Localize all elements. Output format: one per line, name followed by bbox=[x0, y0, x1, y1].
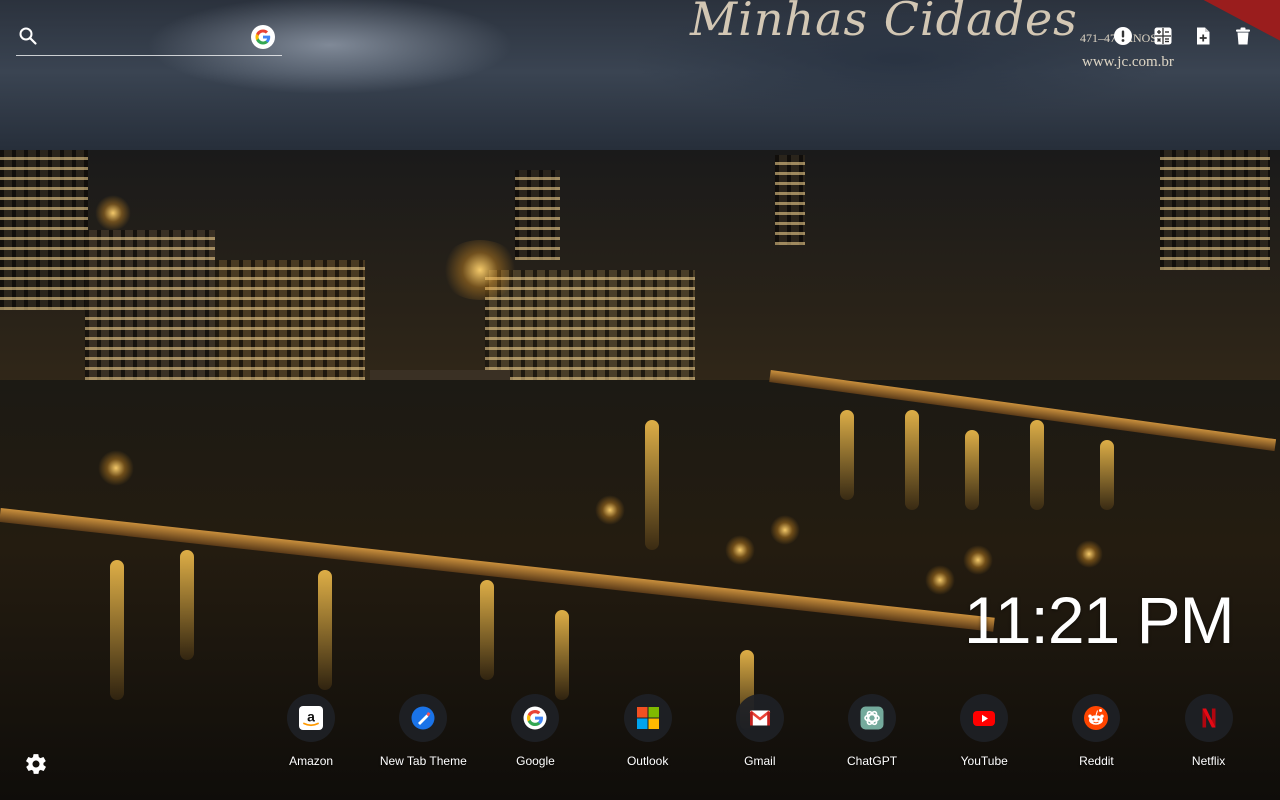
shortcut-netflix[interactable]: Netflix bbox=[1153, 694, 1265, 774]
shortcut-label: ChatGPT bbox=[847, 754, 898, 768]
shortcut-gmail[interactable]: Gmail bbox=[704, 694, 816, 774]
shortcut-label: Amazon bbox=[289, 754, 334, 768]
search-icon[interactable] bbox=[18, 26, 38, 46]
amazon-icon[interactable]: a bbox=[287, 694, 336, 742]
shortcut-label: Google bbox=[516, 754, 555, 768]
shortcut-label: Reddit bbox=[1079, 754, 1114, 768]
netflix-icon[interactable] bbox=[1184, 694, 1233, 742]
new-tab-theme-icon[interactable] bbox=[399, 694, 448, 742]
wallpaper: Minhas Cidades 471–479 ANOS www.jc.com.b… bbox=[0, 0, 1280, 800]
shortcuts-dock: a Amazon New Tab Theme Google Outlook Gm… bbox=[255, 694, 1265, 774]
top-toolbar bbox=[1112, 25, 1254, 47]
google-icon[interactable] bbox=[511, 694, 560, 742]
svg-text:a: a bbox=[307, 709, 315, 725]
shortcut-outlook[interactable]: Outlook bbox=[592, 694, 704, 774]
calculator-icon[interactable] bbox=[1152, 25, 1174, 47]
shortcut-google[interactable]: Google bbox=[479, 694, 591, 774]
info-icon[interactable] bbox=[1112, 25, 1134, 47]
shortcut-label: New Tab Theme bbox=[379, 754, 467, 768]
search-bar[interactable] bbox=[16, 22, 282, 56]
clock: 11:21 PM bbox=[964, 583, 1235, 657]
shortcut-new-tab-theme[interactable]: New Tab Theme bbox=[367, 694, 479, 774]
shortcut-amazon[interactable]: a Amazon bbox=[255, 694, 367, 774]
outlook-icon[interactable] bbox=[623, 694, 672, 742]
trash-icon[interactable] bbox=[1232, 25, 1254, 47]
gear-icon[interactable] bbox=[24, 752, 48, 776]
shortcut-label: Gmail bbox=[744, 754, 776, 768]
shortcut-youtube[interactable]: YouTube bbox=[928, 694, 1040, 774]
search-input[interactable] bbox=[46, 24, 246, 50]
chatgpt-icon[interactable] bbox=[848, 694, 897, 742]
shortcut-reddit[interactable]: Reddit bbox=[1040, 694, 1152, 774]
shortcut-label: Outlook bbox=[626, 754, 669, 768]
google-icon[interactable] bbox=[251, 25, 275, 49]
shortcut-label: Netflix bbox=[1191, 754, 1226, 768]
gmail-icon[interactable] bbox=[735, 694, 784, 742]
youtube-icon[interactable] bbox=[960, 694, 1009, 742]
new-file-icon[interactable] bbox=[1192, 25, 1214, 47]
shortcut-label: YouTube bbox=[960, 754, 1008, 768]
shortcut-chatgpt[interactable]: ChatGPT bbox=[816, 694, 928, 774]
reddit-icon[interactable] bbox=[1072, 694, 1121, 742]
wallpaper-watermark-title: Minhas Cidades bbox=[690, 0, 1078, 46]
wallpaper-watermark-url: www.jc.com.br bbox=[1082, 54, 1174, 70]
